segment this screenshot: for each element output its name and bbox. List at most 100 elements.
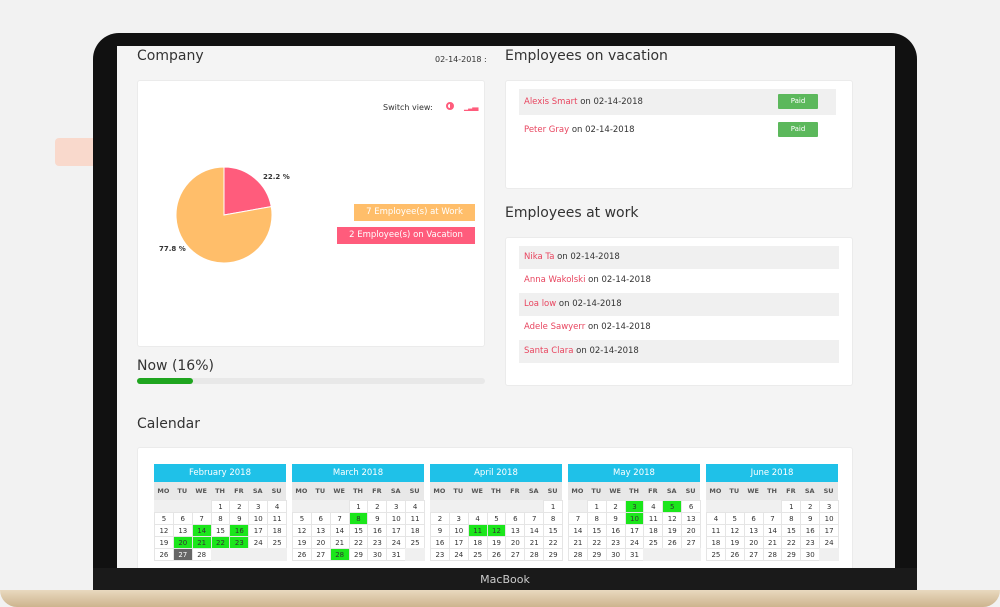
vacation-title: Employees on vacation [505, 48, 668, 64]
weekday-label: FR [505, 482, 525, 500]
weekday-label: SU [405, 482, 425, 500]
dashboard-screen: Company 02-14-2018 : Switch view: ▁▂▃ 22… [117, 46, 895, 568]
empty-day [229, 548, 250, 561]
calendar-day[interactable]: 31 [386, 548, 407, 561]
paid-badge: Paid [778, 122, 818, 137]
calendar-day[interactable]: 26 [724, 548, 745, 561]
calendar-week: 25 26 27 28 29 30 [706, 548, 840, 561]
calendar-title: Calendar [137, 416, 200, 432]
weekday-label: TU [448, 482, 468, 500]
pie-label-work: 77.8 % [159, 245, 186, 253]
legend-vacation: 2 Employee(s) on Vacation [337, 227, 475, 244]
calendar-day[interactable]: 24 [448, 548, 469, 561]
calendar-day[interactable]: 29 [348, 548, 369, 561]
pie-chart [175, 166, 273, 264]
weekday-label: FR [643, 482, 663, 500]
calendar-day[interactable]: 23 [430, 548, 450, 561]
weekday-label: SU [681, 482, 701, 500]
calendar-day[interactable]: 26 [486, 548, 507, 561]
calendar-day[interactable]: 25 [467, 548, 488, 561]
vacation-date: on 02-14-2018 [580, 97, 643, 107]
work-title: Employees at work [505, 205, 639, 221]
company-card: Switch view: ▁▂▃ 22.2 % 77.8 % 7 Employe… [137, 80, 485, 347]
weekday-label: SA [524, 482, 544, 500]
empty-day [662, 548, 683, 561]
employee-name-link[interactable]: Loa low [524, 299, 556, 309]
calendar-day[interactable]: 31 [624, 548, 645, 561]
calendar-day[interactable]: 29 [586, 548, 607, 561]
employee-name-link[interactable]: Alexis Smart [524, 97, 578, 107]
weekday-label: SA [386, 482, 406, 500]
calendar-day[interactable]: 29 [781, 548, 802, 561]
calendar-day[interactable]: 25 [706, 548, 726, 561]
company-title: Company [137, 48, 204, 64]
calendar-day[interactable]: 29 [543, 548, 564, 561]
weekday-label: FR [367, 482, 387, 500]
empty-day [405, 548, 426, 561]
calendar-week: 11 12 13 14 15 16 17 [706, 524, 840, 537]
weekday-label: TH [210, 482, 230, 500]
legend-work: 7 Employee(s) at Work [354, 204, 475, 221]
calendar-day[interactable]: 30 [800, 548, 821, 561]
employee-name-link[interactable]: Santa Clara [524, 346, 573, 356]
vacation-day[interactable]: 28 [329, 548, 350, 561]
calendar-week: 9 10 11 12 13 14 15 [430, 524, 564, 537]
weekday-label: SU [543, 482, 563, 500]
employee-name-link[interactable]: Adele Sawyerr [524, 322, 585, 332]
calendar-week: 1234 [292, 500, 426, 513]
calendar-day[interactable]: 26 [292, 548, 312, 561]
calendar-day[interactable]: 28 [762, 548, 783, 561]
calendar-day[interactable]: 30 [367, 548, 388, 561]
calendar-week: 5 6 7 8 9 10 11 [154, 512, 288, 525]
weekday-label: TU [310, 482, 330, 500]
employee-name-link[interactable]: Peter Gray [524, 125, 569, 135]
laptop-base [0, 590, 1000, 607]
empty-day [681, 548, 702, 561]
calendar-day[interactable]: 26 [154, 548, 174, 561]
calendar-week: 28 29 30 31 [568, 548, 702, 561]
work-date: on 02-14-2018 [587, 322, 651, 333]
calendar-week: 19 20 21 22 23 24 25 [292, 536, 426, 549]
calendar-day[interactable]: 28 [191, 548, 212, 561]
vacation-card: Alexis Smart on 02-14-2018 Paid Peter Gray… [505, 80, 853, 189]
weekday-label: TH [486, 482, 506, 500]
weekday-label: TH [624, 482, 644, 500]
calendar-week: 1234 [154, 500, 288, 513]
calendar-day[interactable]: 30 [605, 548, 626, 561]
vacation-row: Alexis Smart on 02-14-2018 Paid [519, 89, 836, 115]
employee-name-link[interactable]: Anna Wakolski [524, 275, 585, 285]
calendar-week: 21 22 23 24 25 26 27 [568, 536, 702, 549]
weekday-label: MO [430, 482, 449, 500]
employee-name-link[interactable]: Nika Ta [524, 252, 554, 262]
calendar-day[interactable]: 28 [524, 548, 545, 561]
calendar-day[interactable]: 28 [568, 548, 588, 561]
pie-label-vacation: 22.2 % [263, 173, 290, 181]
empty-day [643, 548, 664, 561]
calendar-week: 23 24 25 26 27 28 29 [430, 548, 564, 561]
weekday-label: TU [724, 482, 744, 500]
weekday-label: SU [267, 482, 287, 500]
calendar-week: 16 17 18 19 20 21 22 [430, 536, 564, 549]
empty-day [819, 548, 840, 561]
work-date: on 02-14-2018 [576, 345, 639, 356]
weekday-label: MO [706, 482, 725, 500]
company-date: 02-14-2018 : [435, 55, 487, 64]
weekday-label: FR [781, 482, 801, 500]
work-row: Nika Ta on 02-14-2018 [519, 246, 839, 270]
month-header: March 2018 [292, 464, 424, 482]
pie-chart-icon[interactable] [446, 102, 454, 110]
bar-chart-icon[interactable]: ▁▂▃ [464, 102, 479, 111]
calendar-day[interactable]: 27 [310, 548, 331, 561]
weekday-label: MO [292, 482, 311, 500]
calendar-card: February 2018 MO TU WE TH FR SA SU 1 2 3 4 5 6 7 8 9 10 11… [137, 447, 853, 568]
weekday-header: MO TU WE TH FR SA SU [706, 482, 839, 500]
month-header: June 2018 [706, 464, 838, 482]
calendar-day[interactable]: 27 [505, 548, 526, 561]
calendar-week: 7 8 9 10 11 12 13 [568, 512, 702, 525]
month-calendar: February 2018 MO TU WE TH FR SA SU 1 2 3 4 5 6 7 8 9 10 11… [154, 464, 288, 561]
weekday-header: MO TU WE TH FR SA SU [430, 482, 563, 500]
today-day[interactable]: 27 [172, 548, 193, 561]
work-row: Anna Wakolski on 02-14-2018 [519, 269, 839, 292]
month-header: May 2018 [568, 464, 700, 482]
calendar-day[interactable]: 27 [743, 548, 764, 561]
